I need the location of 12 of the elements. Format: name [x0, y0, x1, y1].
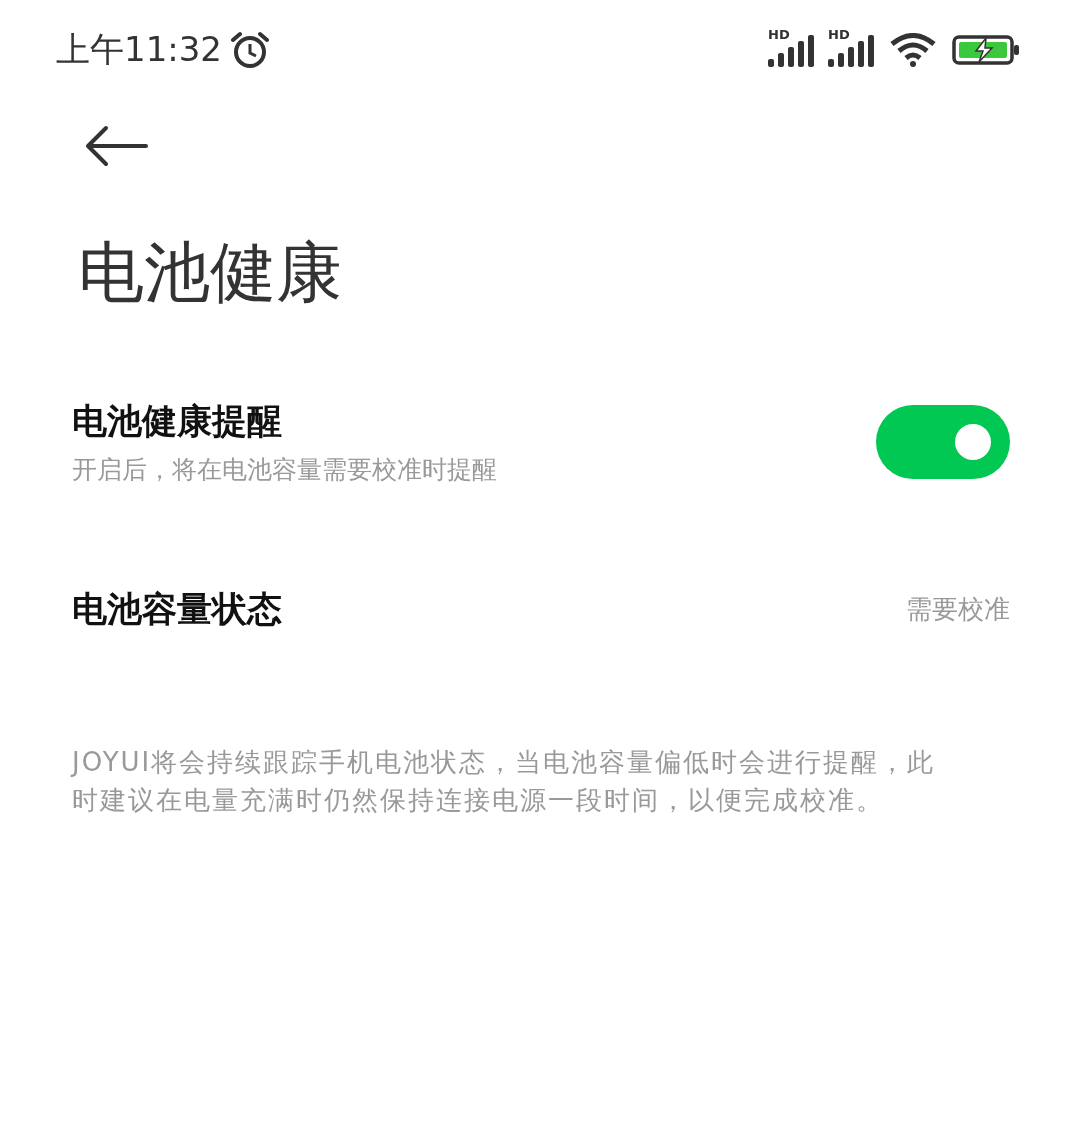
setting-value: 需要校准	[906, 593, 1010, 626]
setting-description: 开启后，将在电池容量需要校准时提醒	[72, 454, 498, 486]
wifi-icon	[890, 33, 936, 67]
setting-label: 电池健康提醒	[72, 400, 283, 443]
info-paragraph: JOYUI将会持续跟踪手机电池状态，当电池容量偏低时会进行提醒，此时建议在电量充满时仍然保持连接电源一段时间，以便完成校准。	[72, 746, 937, 817]
network-label: HD	[828, 27, 850, 42]
alarm-clock-icon	[230, 31, 270, 69]
status-time: 上午11:32	[56, 28, 222, 71]
page-title: 电池健康	[78, 233, 343, 313]
setting-label: 电池容量状态	[72, 588, 283, 631]
network-label: HD	[768, 27, 790, 42]
back-arrow-icon[interactable]	[84, 124, 148, 168]
